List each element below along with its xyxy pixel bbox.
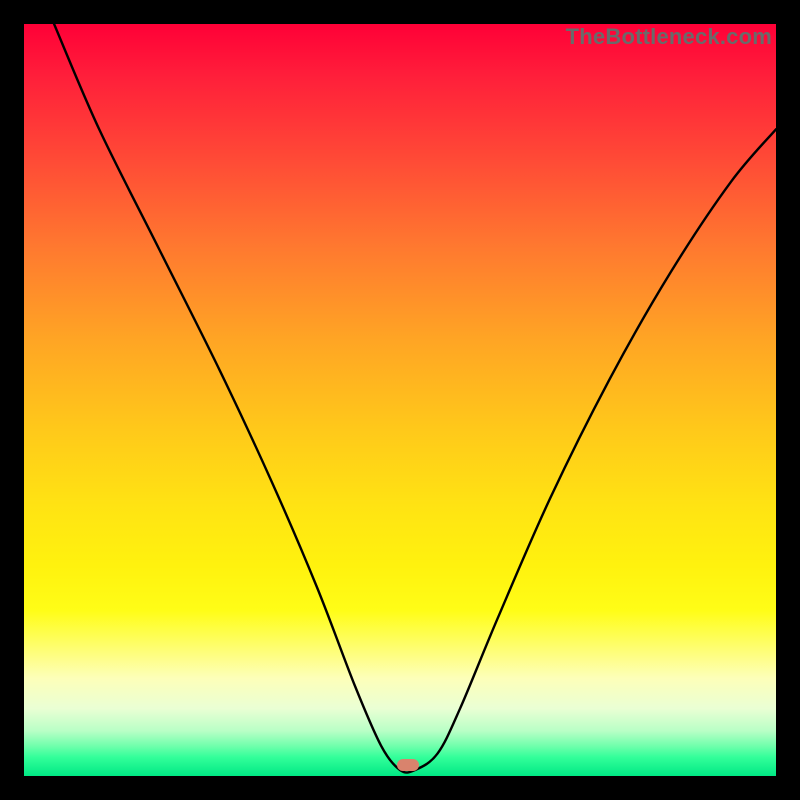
line-curve	[24, 24, 776, 776]
chart-frame: TheBottleneck.com	[0, 0, 800, 800]
highlight-marker	[397, 759, 419, 771]
plot-area: TheBottleneck.com	[24, 24, 776, 776]
